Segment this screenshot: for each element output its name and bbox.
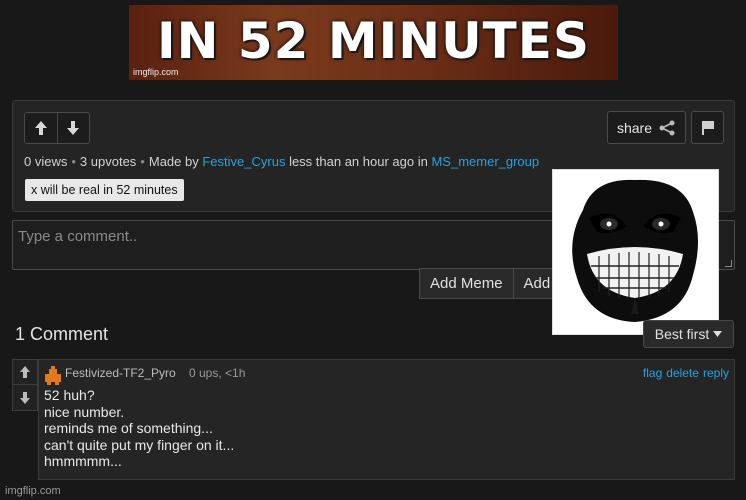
resize-handle[interactable] <box>725 260 732 267</box>
upvote-count: 3 upvotes <box>79 154 137 169</box>
troll-face-image <box>552 169 719 335</box>
comment-line: 52 huh? <box>44 387 95 403</box>
arrow-up-icon <box>20 366 30 378</box>
sort-label: Best first <box>654 326 710 342</box>
comment-actions: flag delete reply <box>639 366 729 380</box>
chevron-down-icon <box>713 331 723 337</box>
reply-link[interactable]: reply <box>703 366 729 380</box>
made-by-label: Made by <box>148 154 199 169</box>
comment-vote-group <box>12 359 38 411</box>
post-meta: 0 views • 3 upvotes • Made by Festive_Cyrus … <box>24 154 540 169</box>
comment-username[interactable]: Festivized-TF2_Pyro <box>65 366 176 380</box>
share-icon <box>659 120 675 135</box>
share-button[interactable]: share <box>607 111 686 144</box>
post-time: less than an hour ago in <box>289 154 428 169</box>
delete-link[interactable]: delete <box>666 366 699 380</box>
arrow-down-icon <box>20 391 30 404</box>
meme-caption: IN 52 MINUTES <box>157 12 590 70</box>
add-meme-button[interactable]: Add Meme <box>419 268 514 299</box>
comment-meta: 0 ups, <1h <box>189 366 246 380</box>
comment-line: hmmmmm... <box>44 453 122 469</box>
flag-icon <box>701 120 714 135</box>
comments-count-title: 1 Comment <box>15 324 109 344</box>
comment-upvote-button[interactable] <box>12 359 38 385</box>
view-count: 0 views <box>24 154 68 169</box>
troll-face-icon <box>572 179 698 322</box>
post-tag[interactable]: x will be real in 52 minutes <box>25 179 184 201</box>
comment-card: Festivized-TF2_Pyro 0 ups, <1h flag delet… <box>38 359 735 480</box>
flag-button[interactable] <box>691 111 724 144</box>
comment-line: can't quite put my finger on it... <box>44 436 235 453</box>
arrow-down-icon <box>67 121 80 135</box>
stream-link[interactable]: MS_memer_group <box>431 154 539 169</box>
upvote-button[interactable] <box>25 113 57 143</box>
meme-watermark: imgflip.com <box>133 67 179 77</box>
footer-watermark: imgflip.com <box>5 485 61 497</box>
sort-dropdown[interactable]: Best first <box>643 320 734 348</box>
meme-image[interactable]: IN 52 MINUTES imgflip.com <box>129 5 618 80</box>
share-label: share <box>616 119 653 136</box>
comment-downvote-button[interactable] <box>12 385 38 411</box>
downvote-button[interactable] <box>56 113 89 143</box>
avatar[interactable] <box>43 365 63 385</box>
comment-text: 52 huh? nice number. reminds me of somet… <box>44 387 234 470</box>
post-vote-group <box>24 112 90 144</box>
comment-line: nice number. <box>44 403 125 420</box>
comment-line: reminds me of something... <box>44 420 213 436</box>
arrow-up-icon <box>34 121 47 135</box>
author-link[interactable]: Festive_Cyrus <box>202 154 285 169</box>
flag-link[interactable]: flag <box>643 366 662 380</box>
